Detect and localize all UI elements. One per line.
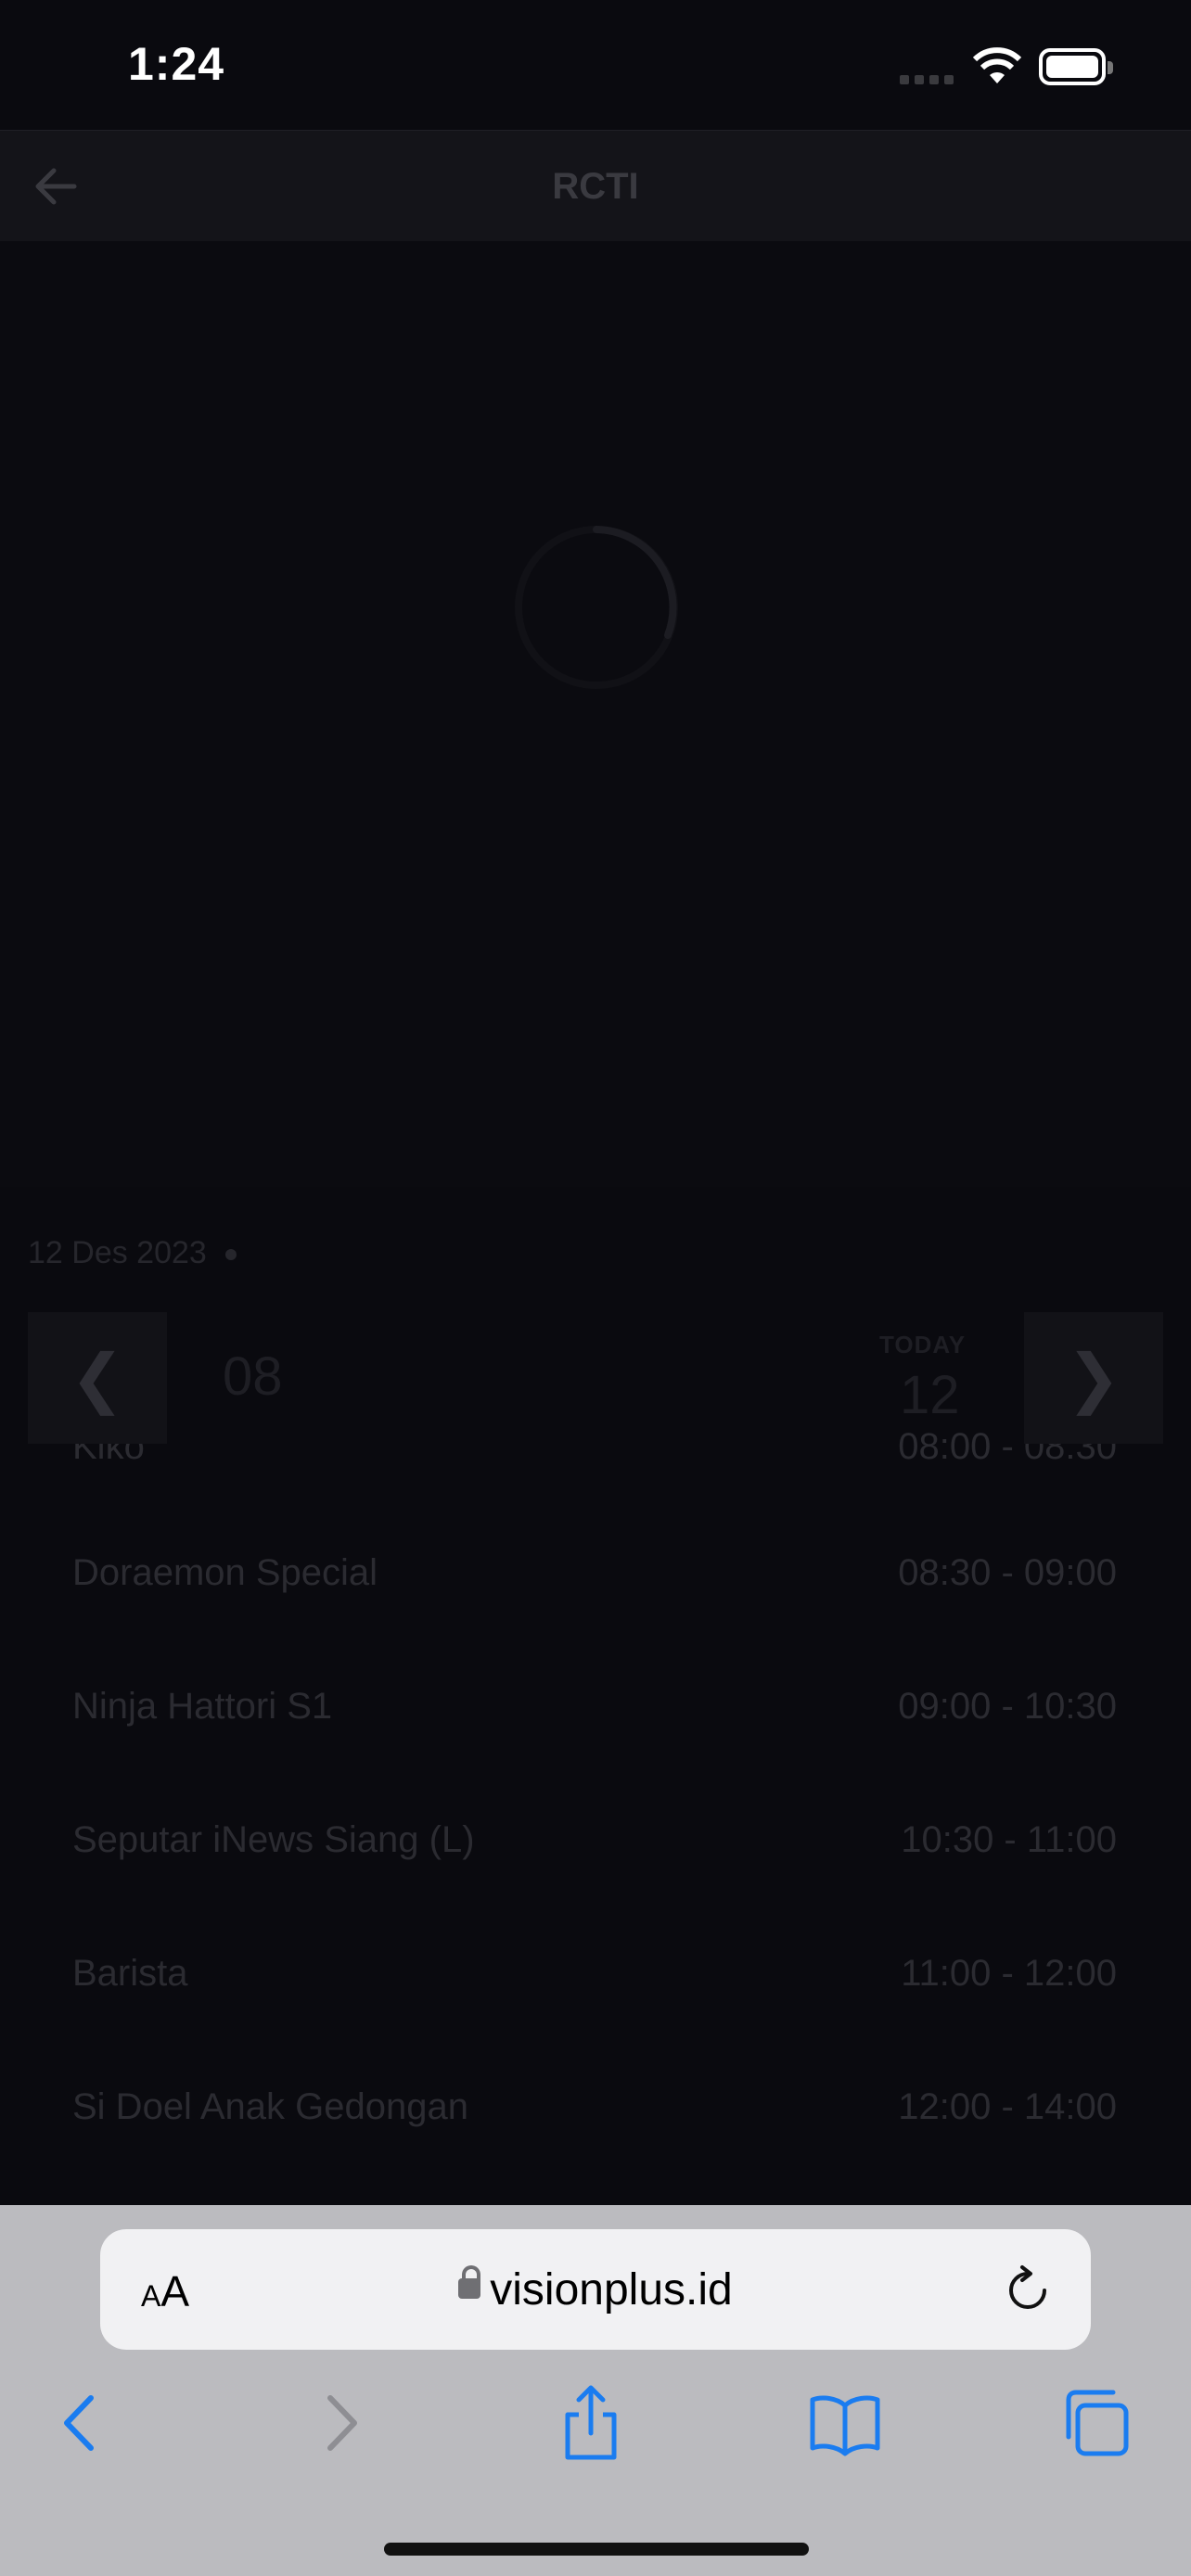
program-row[interactable]: Barista 11:00 - 12:00	[0, 1953, 1191, 2027]
program-row[interactable]: Doraemon Special 08:30 - 09:00	[0, 1552, 1191, 1626]
schedule-date-text: 12 Des 2023	[28, 1235, 207, 1270]
back-icon[interactable]	[39, 2381, 122, 2465]
home-indicator	[384, 2543, 809, 2556]
loading-spinner-icon	[515, 526, 678, 689]
channel-title: RCTI	[552, 166, 639, 207]
program-time: 08:30 - 09:00	[898, 1552, 1117, 1593]
program-time: 12:00 - 14:00	[898, 2086, 1117, 2127]
program-title: Doraemon Special	[72, 1552, 378, 1593]
program-title: Barista	[72, 1953, 188, 1994]
chevron-left-icon: ❮	[70, 1342, 125, 1414]
program-schedule-list: Kiko 08:00 - 08:30 Doraemon Special 08:3…	[0, 1419, 1191, 2205]
schedule-date: 12 Des 2023	[28, 1235, 237, 1271]
program-row[interactable]: Ninja Hattori S1 09:00 - 10:30	[0, 1686, 1191, 1760]
prev-day-button[interactable]: ❮	[28, 1312, 167, 1444]
program-row[interactable]: Seputar iNews Siang (L) 10:30 - 11:00	[0, 1819, 1191, 1894]
tabs-icon[interactable]	[1056, 2381, 1139, 2465]
day-selector: ❮ 08 TODAY 12 ❯	[28, 1312, 1163, 1444]
address-bar[interactable]: AA visionplus.id	[100, 2229, 1091, 2350]
program-title: Si Doel Anak Gedongan	[72, 2086, 468, 2127]
url-text: visionplus.id	[490, 2265, 733, 2315]
wifi-icon	[972, 47, 1022, 83]
program-title: Seputar iNews Siang (L)	[72, 1819, 475, 1860]
browser-toolbar: AA visionplus.id	[0, 2205, 1191, 2576]
program-time: 09:00 - 10:30	[898, 1686, 1117, 1727]
reload-icon[interactable]	[1002, 2264, 1054, 2316]
program-title: Ninja Hattori S1	[72, 1686, 333, 1727]
next-day-button[interactable]: ❯	[1024, 1312, 1163, 1444]
forward-icon[interactable]	[299, 2381, 382, 2465]
program-row[interactable]: Si Doel Anak Gedongan 12:00 - 14:00	[0, 2086, 1191, 2161]
bookmarks-icon[interactable]	[803, 2381, 887, 2465]
lock-icon	[458, 2265, 481, 2300]
day-today[interactable]: 12	[900, 1364, 960, 1426]
status-bar: 1:24	[0, 0, 1191, 130]
battery-icon	[1039, 48, 1113, 85]
today-label: TODAY	[879, 1331, 967, 1358]
url-display[interactable]: visionplus.id	[100, 2264, 1091, 2315]
status-time: 1:24	[128, 38, 225, 90]
share-icon[interactable]	[549, 2381, 633, 2465]
app-header: RCTI	[0, 130, 1191, 241]
day-prev[interactable]: 08	[223, 1345, 283, 1408]
chevron-right-icon: ❯	[1066, 1342, 1121, 1414]
program-time: 10:30 - 11:00	[901, 1819, 1117, 1860]
program-time: 11:00 - 12:00	[901, 1953, 1117, 1994]
date-dot	[224, 1249, 237, 1261]
video-player[interactable]	[0, 241, 1191, 1187]
cellular-signal-icon	[900, 72, 959, 89]
